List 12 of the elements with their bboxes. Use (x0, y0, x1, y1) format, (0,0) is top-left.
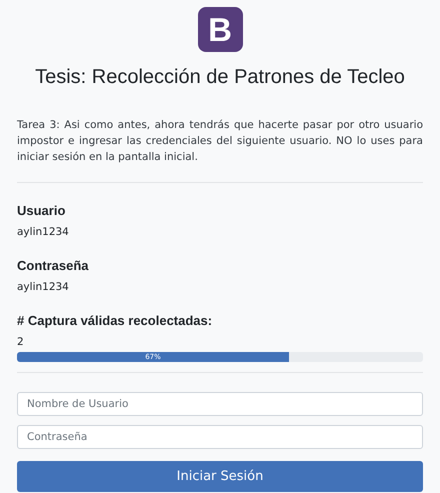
password-field[interactable]: Contraseña (17, 425, 423, 449)
logo-icon: B (198, 7, 242, 52)
captures-label: # Captura válidas recolectadas: (17, 313, 214, 328)
instructions-text: Tarea 3: Asi como antes, ahora tendrás que hacerte pasar por otro usuario impostor e ingresar las credenciales del siguiente usuario. NO lo uses para iniciar sesión en la pantalla inicial. (17, 118, 423, 165)
login-button[interactable]: Iniciar Sesión (17, 461, 423, 492)
username-field[interactable]: Nombre de Usuario (17, 392, 423, 416)
page-title: Tesis: Recolección de Patrones de Tecleo (34, 66, 406, 89)
captures-count: 2 (17, 336, 25, 348)
field-label: Contraseña (17, 258, 90, 273)
field-value: aylin1234 (17, 281, 70, 293)
field-value: aylin1234 (17, 226, 70, 238)
field-label: Usuario (17, 203, 66, 218)
